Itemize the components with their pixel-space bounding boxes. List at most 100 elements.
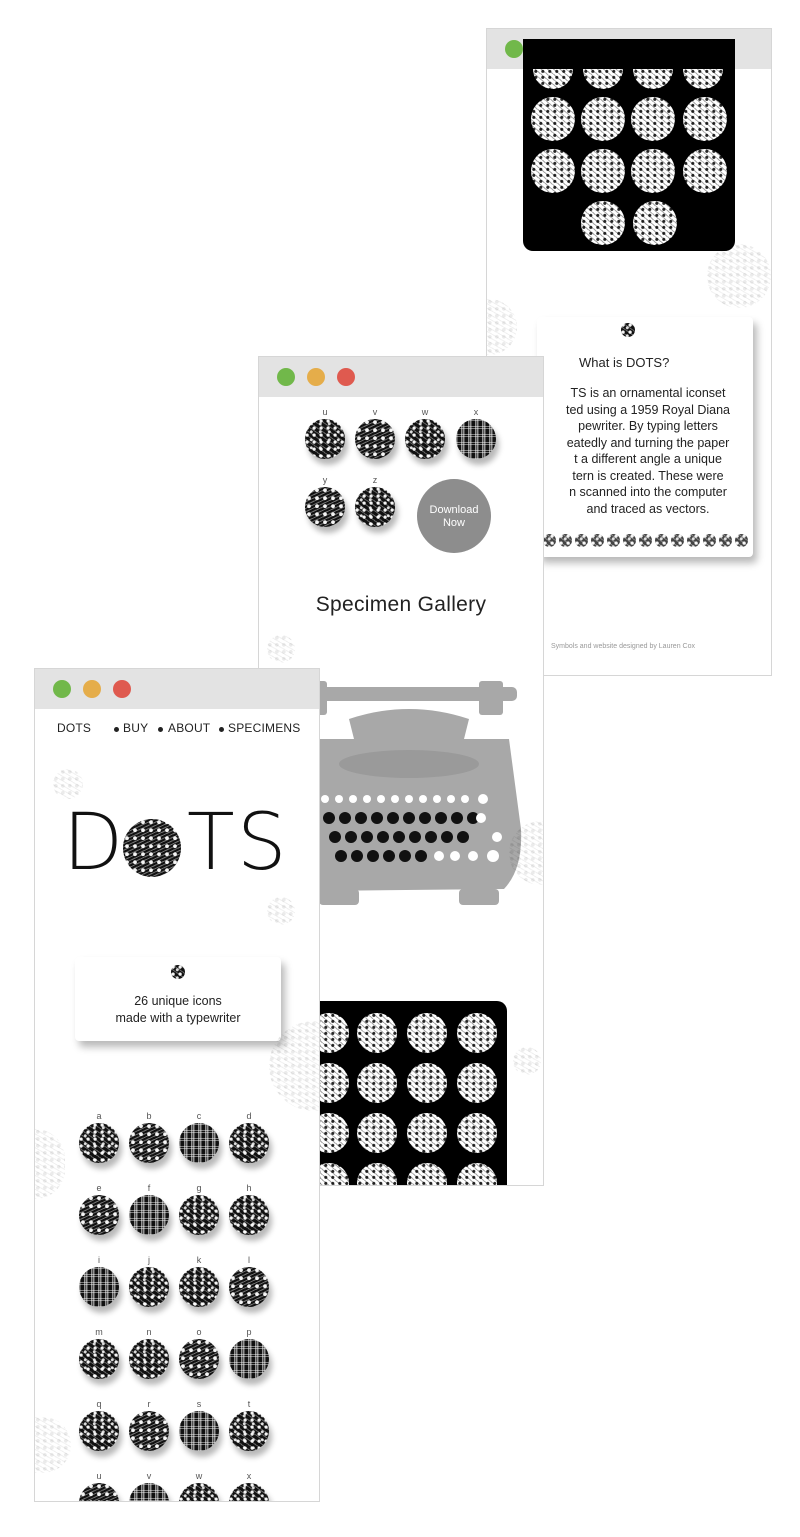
- letter-icon-u[interactable]: [305, 419, 345, 459]
- letter-icon-j[interactable]: [129, 1267, 169, 1307]
- strip-dot: [623, 534, 636, 547]
- strip-dot: [591, 534, 604, 547]
- background-dot: [35, 1417, 71, 1473]
- about-text-line: n scanned into the computer: [569, 485, 727, 499]
- home-window-titlebar: [35, 669, 319, 709]
- strip-dot: [639, 534, 652, 547]
- gallery-icon: [583, 69, 623, 89]
- top-nav: DOTS BUY ABOUT SPECIMENS: [35, 721, 319, 739]
- letter-icon-k[interactable]: [179, 1267, 219, 1307]
- gallery-title: Specimen Gallery: [315, 593, 487, 616]
- icon-letter: j: [148, 1255, 150, 1265]
- specimen-icon: [457, 1113, 497, 1153]
- icon-letter: i: [98, 1255, 100, 1265]
- letter-icon-v[interactable]: [355, 419, 395, 459]
- gallery-icon: [633, 69, 673, 89]
- strip-dot: [559, 534, 572, 547]
- nav-specimens[interactable]: SPECIMENS: [228, 721, 300, 735]
- logo-letter: S: [237, 798, 287, 888]
- minimize-button[interactable]: [307, 368, 325, 386]
- dot-strip: [543, 534, 753, 548]
- letter-icon-w[interactable]: [405, 419, 445, 459]
- about-text-line: and traced as vectors.: [586, 501, 710, 516]
- download-label: Download: [429, 504, 479, 516]
- icon-letter: u: [322, 407, 328, 417]
- letter-icon-a[interactable]: [79, 1123, 119, 1163]
- letter-icon-f[interactable]: [129, 1195, 169, 1235]
- gallery-icon: [531, 97, 575, 141]
- nav-about[interactable]: ABOUT: [168, 721, 210, 735]
- icon-letter: o: [196, 1327, 202, 1337]
- icon-letter: n: [146, 1327, 152, 1337]
- strip-dot: [575, 534, 588, 547]
- icon-letter: h: [246, 1183, 252, 1193]
- about-text-line: ted using a 1959 Royal Diana: [565, 402, 730, 417]
- dot-icon: [621, 323, 635, 337]
- gallery-icon: [683, 69, 723, 89]
- background-dot: [267, 635, 295, 663]
- about-text-line: t a different angle a unique: [574, 452, 722, 466]
- about-text: TS is an ornamental iconset ted using a …: [543, 385, 753, 517]
- specimen-panel: [299, 1001, 507, 1185]
- letter-icon-i[interactable]: [79, 1267, 119, 1307]
- letter-icon-c[interactable]: [179, 1123, 219, 1163]
- letter-icon-l[interactable]: [229, 1267, 269, 1307]
- letter-icon-r[interactable]: [129, 1411, 169, 1451]
- icon-letter: v: [146, 1471, 152, 1481]
- nav-bullet: [158, 727, 163, 732]
- icon-letter: w: [195, 1471, 203, 1481]
- gallery-icon: [631, 149, 675, 193]
- icon-letter: c: [196, 1111, 202, 1121]
- strip-dot: [735, 534, 748, 547]
- letter-icon-d[interactable]: [229, 1123, 269, 1163]
- gallery-icon: [531, 149, 575, 193]
- gallery-icon: [581, 149, 625, 193]
- letter-icon-y[interactable]: [305, 487, 345, 527]
- specimen-icon: [407, 1113, 447, 1153]
- letter-icon-h[interactable]: [229, 1195, 269, 1235]
- letter-icon-n[interactable]: [129, 1339, 169, 1379]
- specimen-icon: [357, 1013, 397, 1053]
- icon-letter: f: [147, 1183, 151, 1193]
- letter-icon-q[interactable]: [79, 1411, 119, 1451]
- gallery-icon: [533, 69, 573, 89]
- gallery-icon: [683, 149, 727, 193]
- nav-buy[interactable]: BUY: [123, 721, 148, 735]
- specimen-icon: [357, 1163, 397, 1185]
- letter-icon-g[interactable]: [179, 1195, 219, 1235]
- maximize-button[interactable]: [505, 40, 523, 58]
- icon-letter: z: [372, 475, 378, 485]
- specimens-window-titlebar: [259, 357, 543, 397]
- letter-icon-x[interactable]: [456, 419, 496, 459]
- credit-text: Symbols and website designed by Lauren C…: [551, 643, 695, 650]
- letter-icon-w[interactable]: [179, 1483, 219, 1501]
- gallery-icon: [633, 201, 677, 245]
- nav-bullet: [114, 727, 119, 732]
- icon-letter: r: [147, 1399, 151, 1409]
- strip-dot: [687, 534, 700, 547]
- specimen-icon: [457, 1013, 497, 1053]
- close-button[interactable]: [337, 368, 355, 386]
- letter-icon-v[interactable]: [129, 1483, 169, 1501]
- letter-icon-m[interactable]: [79, 1339, 119, 1379]
- letter-icon-b[interactable]: [129, 1123, 169, 1163]
- minimize-button[interactable]: [83, 680, 101, 698]
- letter-icon-e[interactable]: [79, 1195, 119, 1235]
- letter-icon-o[interactable]: [179, 1339, 219, 1379]
- icon-letter: q: [96, 1399, 102, 1409]
- letter-icon-p[interactable]: [229, 1339, 269, 1379]
- maximize-button[interactable]: [53, 680, 71, 698]
- letter-icon-s[interactable]: [179, 1411, 219, 1451]
- strip-dot: [655, 534, 668, 547]
- nav-brand[interactable]: DOTS: [57, 721, 91, 735]
- letter-icon-z[interactable]: [355, 487, 395, 527]
- letter-icon-x[interactable]: [229, 1483, 269, 1501]
- letter-icon-t[interactable]: [229, 1411, 269, 1451]
- letter-icon-u[interactable]: [79, 1483, 119, 1501]
- specimen-icon: [357, 1113, 397, 1153]
- maximize-button[interactable]: [277, 368, 295, 386]
- about-title: What is DOTS?: [579, 355, 670, 370]
- download-button[interactable]: Download Now: [417, 479, 491, 553]
- close-button[interactable]: [113, 680, 131, 698]
- intro-card: 26 unique icons made with a typewriter: [75, 957, 281, 1041]
